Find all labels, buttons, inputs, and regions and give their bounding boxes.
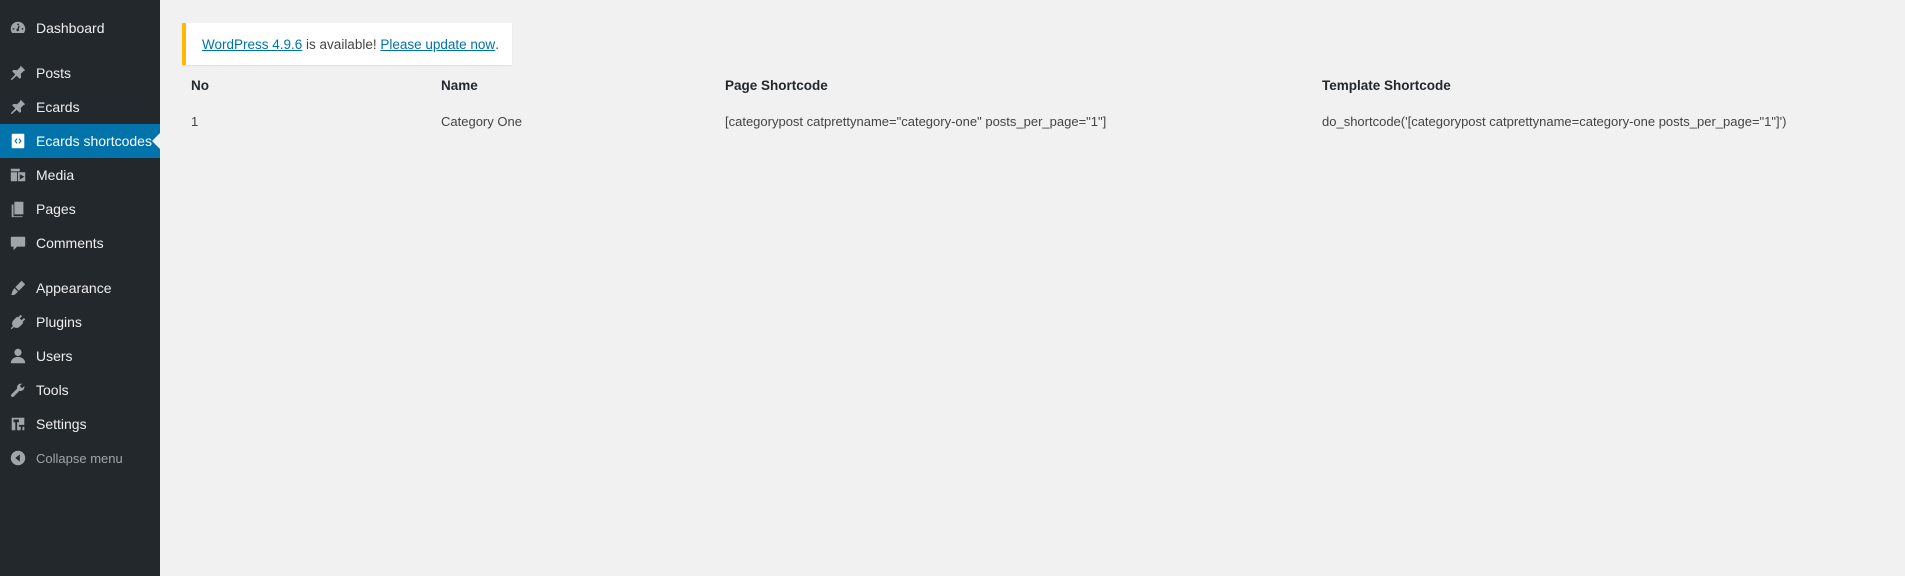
dashboard-icon — [0, 11, 36, 45]
cell-template-shortcode: do_shortcode('[categorypost catprettynam… — [1322, 113, 1787, 129]
sidebar-item-label: Posts — [36, 65, 72, 81]
update-now-link[interactable]: Please update now — [380, 37, 495, 52]
brush-icon — [0, 271, 36, 305]
comment-icon — [0, 226, 36, 260]
column-header-no: No — [191, 77, 209, 93]
sidebar-item-label: Pages — [36, 201, 76, 217]
collapse-menu-button[interactable]: Collapse menu — [0, 441, 160, 475]
column-header-name: Name — [441, 77, 478, 93]
settings-icon — [0, 407, 36, 441]
cell-no: 1 — [191, 113, 199, 129]
sidebar-item-media[interactable]: Media — [0, 158, 160, 192]
shortcodes-table: No Name Page Shortcode Template Shortcod… — [182, 70, 1882, 142]
collapse-arrow-icon — [0, 441, 36, 475]
sidebar-item-label: Ecards shortcodes — [36, 133, 152, 149]
sidebar-item-ecards-shortcodes[interactable]: Ecards shortcodes — [0, 124, 160, 158]
cell-page-shortcode: [categorypost catprettyname="category-on… — [725, 113, 1107, 129]
sidebar-item-tools[interactable]: Tools — [0, 373, 160, 407]
pin-icon — [0, 90, 36, 124]
pages-icon — [0, 192, 36, 226]
table-header-row: No Name Page Shortcode Template Shortcod… — [182, 70, 1882, 100]
sidebar-item-settings[interactable]: Settings — [0, 407, 160, 441]
notice-end: . — [495, 36, 499, 52]
update-notice: WordPress 4.9.6 is available! Please upd… — [182, 23, 512, 65]
sidebar-item-label: Dashboard — [36, 20, 105, 36]
sidebar-item-ecards[interactable]: Ecards — [0, 90, 160, 124]
sidebar-item-label: Tools — [36, 382, 69, 398]
sidebar-item-users[interactable]: Users — [0, 339, 160, 373]
sidebar-item-appearance[interactable]: Appearance — [0, 271, 160, 305]
sidebar-item-label: Comments — [36, 235, 104, 251]
sidebar-item-label: Media — [36, 167, 75, 183]
sidebar-item-pages[interactable]: Pages — [0, 192, 160, 226]
user-icon — [0, 339, 36, 373]
sidebar-item-label: Ecards — [36, 99, 80, 115]
sidebar-item-label: Appearance — [36, 280, 112, 296]
admin-sidebar: Dashboard Posts Ecards Ecards shortcodes… — [0, 0, 160, 576]
sidebar-item-label: Users — [36, 348, 73, 364]
sidebar-item-plugins[interactable]: Plugins — [0, 305, 160, 339]
notice-text: is available! — [302, 36, 381, 52]
media-icon — [0, 158, 36, 192]
wrench-icon — [0, 373, 36, 407]
wordpress-version-link[interactable]: WordPress 4.9.6 — [202, 37, 302, 52]
sidebar-item-dashboard[interactable]: Dashboard — [0, 11, 160, 45]
sidebar-item-label: Plugins — [36, 314, 82, 330]
pin-icon — [0, 56, 36, 90]
sidebar-item-posts[interactable]: Posts — [0, 56, 160, 90]
sidebar-item-label: Settings — [36, 416, 87, 432]
cell-name: Category One — [441, 113, 522, 129]
code-icon — [0, 124, 36, 158]
column-header-page-shortcode: Page Shortcode — [725, 77, 828, 93]
plugin-icon — [0, 305, 36, 339]
main-content: WordPress 4.9.6 is available! Please upd… — [160, 0, 1905, 576]
column-header-template-shortcode: Template Shortcode — [1322, 77, 1451, 93]
table-row: 1 Category One [categorypost catprettyna… — [182, 100, 1882, 142]
collapse-menu-label: Collapse menu — [36, 450, 123, 466]
sidebar-item-comments[interactable]: Comments — [0, 226, 160, 260]
